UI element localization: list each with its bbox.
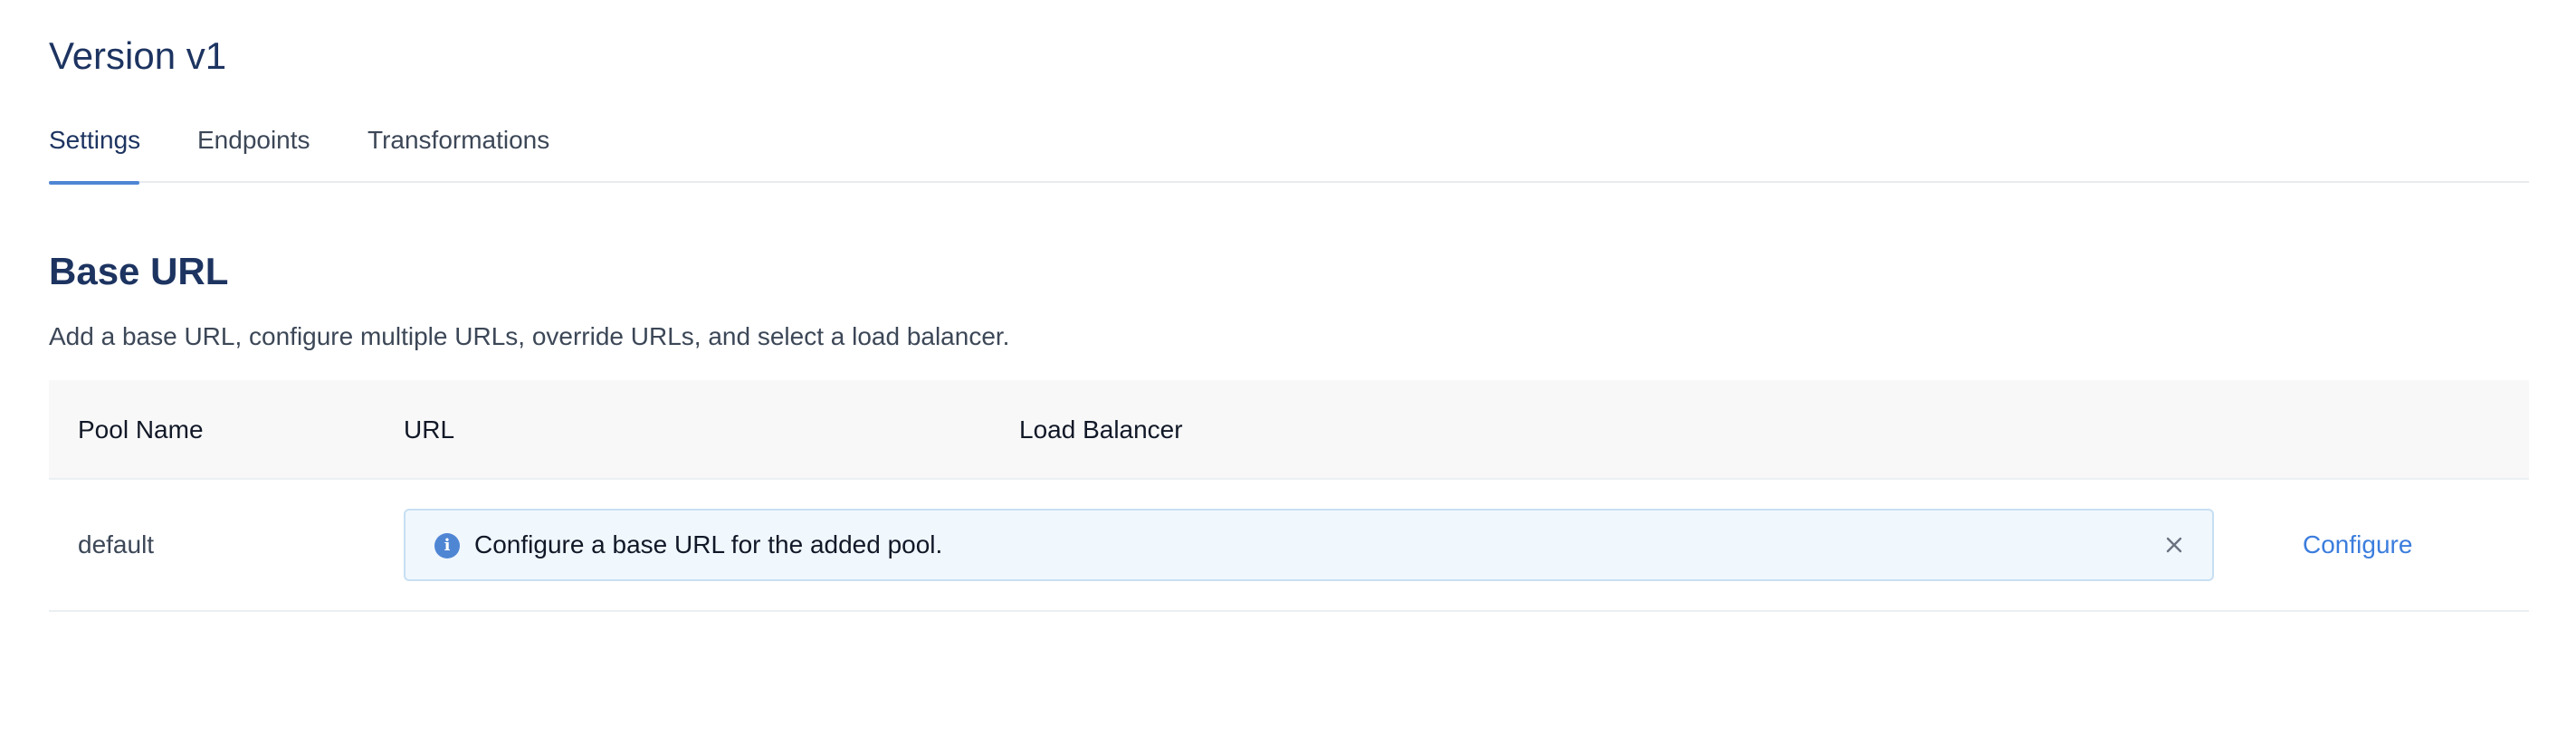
column-header-load-balancer: Load Balancer [1019,415,1183,444]
tab-transformations[interactable]: Transformations [367,118,554,183]
page-title: Version v1 [49,34,227,77]
column-header-url: URL [404,415,455,444]
table-row: default i Configure a base URL for the a… [49,480,2529,612]
info-notice: i Configure a base URL for the added poo… [404,509,2214,581]
configure-link[interactable]: Configure [2303,480,2412,610]
tab-bar: Settings Endpoints Transformations [49,118,2529,185]
close-icon[interactable] [2160,530,2189,559]
tab-endpoints[interactable]: Endpoints [197,118,311,183]
tab-settings[interactable]: Settings [49,118,140,185]
section-description: Add a base URL, configure multiple URLs,… [49,322,1010,350]
notice-text: Configure a base URL for the added pool. [474,530,943,558]
column-header-pool-name: Pool Name [78,415,204,444]
table-header: Pool Name URL Load Balancer [49,380,2529,480]
page: Version v1 Settings Endpoints Transforma… [0,0,2576,735]
pool-name-cell: default [78,530,155,558]
section-title: Base URL [49,250,229,292]
base-url-table: Pool Name URL Load Balancer default i Co… [49,380,2529,612]
info-icon: i [434,533,460,558]
